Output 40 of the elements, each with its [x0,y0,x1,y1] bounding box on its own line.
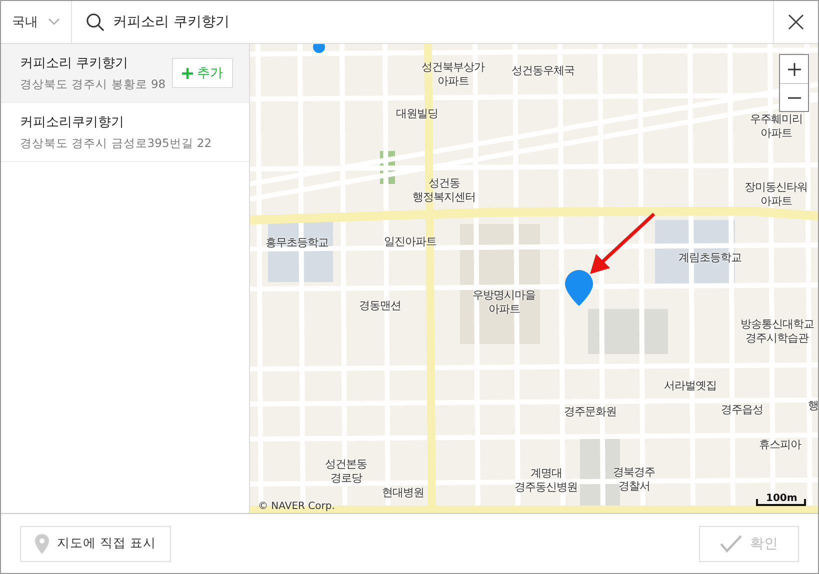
map-label: 방송통신대학교 경주시학습관 [740,318,814,346]
place-address: 경상북도 경주시 금성로395번길 22 [20,136,212,151]
map-label: 계명대 경주동신병원 [514,466,578,496]
arrow [590,212,656,274]
map-label: 우주훼미리 아파트 [750,112,802,142]
search-icon [86,12,105,32]
map-label: 계림초등학교 [678,250,742,266]
map-label: 성건북부상가 아파트 [422,60,484,90]
place-name: 커피소리쿠키향기 [20,114,125,131]
scale-label: 100m [766,493,798,504]
map-label: 성건동우체국 [512,64,574,78]
location-pin-icon [35,534,49,554]
map-pin-icon[interactable] [565,270,593,306]
map-label: 행 [808,398,818,414]
result-item[interactable]: 커피소리 쿠키향기 경상북도 경주시 봉황로 98 추가 [1,44,249,103]
map-label: 대원빌딩 [396,106,438,122]
map-label: 경동맨션 [359,298,401,314]
map-label: 경북경주 경찰서 [613,466,655,494]
place-name: 커피소리 쿠키향기 [20,55,130,72]
map-label: 흥무초등학교 [266,236,328,250]
map-label: 경주문화원 [564,404,616,420]
map-label: 우방명시마을 아파트 [472,288,536,318]
mark-on-map-button[interactable]: 지도에 직접 표시 [20,526,171,562]
check-icon [720,534,742,552]
plus-icon [182,68,193,78]
map-copyright: © NAVER Corp. [258,501,335,512]
map-label: 경주읍성 [721,402,763,418]
map-label: 현대병원 [382,486,424,500]
chevron-down-icon [48,18,60,26]
close-icon [788,14,804,30]
map-label: 성건동 행정복지센터 [412,176,476,206]
map[interactable]: 성건북부상가 아파트 성건동우체국 대원빌딩 우주훼미리 아파트 성건동 행정복지센터 장미동신타워 아파트 흥무초등학교 일진아파트 계림초등학교 경동맨션 우방명시마을 아파트 방송통신대학교 경주시학습관 서라벌옛집 경주문화원 경주읍성 행 휴스피아 성건본동 경로당 현대병원 계명대 경주동신병원 경북경주 경찰서 © NAVER Corp. 100m [250,44,818,513]
map-label: 장미동신타워 아파트 [744,180,808,210]
plus-icon [788,62,800,76]
map-label: 성건본동 경로당 [325,458,367,486]
place-address: 경상북도 경주시 봉황로 98 [20,77,166,92]
map-label: 휴스피아 [759,438,801,452]
minus-icon [788,96,800,98]
map-label: 서라벌옛집 [664,378,716,394]
map-label: 일진아파트 [384,234,436,250]
